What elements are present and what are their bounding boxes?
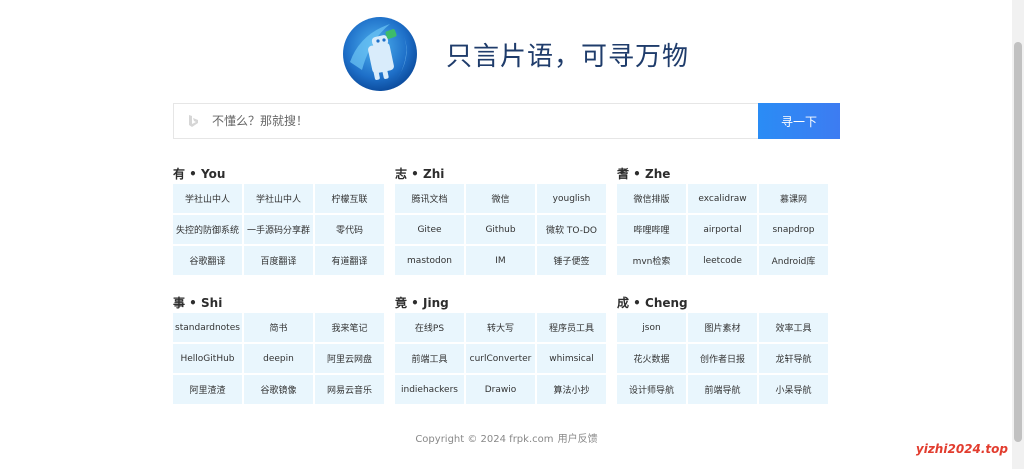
link-item[interactable]: 转大写 [466, 313, 535, 342]
section-title: 竟 • Jing [395, 296, 449, 310]
search-input[interactable] [208, 104, 758, 138]
link-item[interactable]: 微信 [466, 184, 535, 213]
link-grid: 在线PS 转大写 程序员工具 前端工具 curlConverter whimsi… [395, 313, 617, 404]
link-item[interactable]: 微软 TO-DO [537, 215, 606, 244]
section-title: 有 • You [173, 167, 226, 181]
link-grid: 微信排版 excalidraw 慕课网 哔哩哔哩 airportal snapd… [617, 184, 839, 275]
section-zhi: 志 • Zhi 腾讯文档 微信 youglish Gitee Github 微软… [395, 166, 617, 275]
slogan: 只言片语，可寻万物 [446, 41, 690, 72]
link-item[interactable]: mvn检索 [617, 246, 686, 275]
link-item[interactable]: Gitee [395, 215, 464, 244]
link-item[interactable]: 一手源码分享群 [244, 215, 313, 244]
link-item[interactable]: IM [466, 246, 535, 275]
link-item[interactable]: leetcode [688, 246, 757, 275]
link-item[interactable]: Android库 [759, 246, 828, 275]
section-title: 成 • Cheng [617, 296, 688, 310]
scrollbar[interactable] [1012, 0, 1024, 469]
link-item[interactable]: 柠檬互联 [315, 184, 384, 213]
section-title: 志 • Zhi [395, 167, 445, 181]
section-title: 耆 • Zhe [617, 167, 671, 181]
android-robot-logo-icon [343, 17, 417, 91]
link-item[interactable]: excalidraw [688, 184, 757, 213]
link-item[interactable]: 腾讯文档 [395, 184, 464, 213]
link-item[interactable]: 百度翻译 [244, 246, 313, 275]
bing-icon[interactable] [178, 103, 208, 139]
link-item[interactable]: indiehackers [395, 375, 464, 404]
link-item[interactable]: standardnotes [173, 313, 242, 342]
search-bar: 寻一下 [173, 103, 840, 139]
link-item[interactable]: airportal [688, 215, 757, 244]
link-item[interactable]: 程序员工具 [537, 313, 606, 342]
link-item[interactable]: 哔哩哔哩 [617, 215, 686, 244]
link-item[interactable]: whimsical [537, 344, 606, 373]
scrollbar-thumb[interactable] [1014, 42, 1022, 442]
link-item[interactable]: Drawio [466, 375, 535, 404]
link-item[interactable]: 我来笔记 [315, 313, 384, 342]
link-item[interactable]: Github [466, 215, 535, 244]
link-item[interactable]: 前端导航 [688, 375, 757, 404]
link-item[interactable]: 学社山中人 [173, 184, 242, 213]
link-item[interactable]: youglish [537, 184, 606, 213]
link-item[interactable]: HelloGitHub [173, 344, 242, 373]
link-item[interactable]: 微信排版 [617, 184, 686, 213]
search-button[interactable]: 寻一下 [758, 103, 840, 139]
link-item[interactable]: 阿里云网盘 [315, 344, 384, 373]
watermark: yizhi2024.top [915, 442, 1008, 456]
link-item[interactable]: json [617, 313, 686, 342]
link-item[interactable]: mastodon [395, 246, 464, 275]
copyright-text: Copyright © 2024 frpk.com [415, 434, 554, 445]
section-zhe: 耆 • Zhe 微信排版 excalidraw 慕课网 哔哩哔哩 airport… [617, 166, 839, 275]
feedback-link[interactable]: 用户反馈 [558, 434, 598, 445]
link-item[interactable]: 零代码 [315, 215, 384, 244]
link-item[interactable]: 锤子便签 [537, 246, 606, 275]
header: 只言片语，可寻万物 [340, 12, 689, 96]
link-item[interactable]: 有道翻译 [315, 246, 384, 275]
section-title: 事 • Shi [173, 296, 223, 310]
link-item[interactable]: 谷歌翻译 [173, 246, 242, 275]
link-item[interactable]: 学社山中人 [244, 184, 313, 213]
link-grid: standardnotes 简书 我来笔记 HelloGitHub deepin… [173, 313, 395, 404]
section-jing: 竟 • Jing 在线PS 转大写 程序员工具 前端工具 curlConvert… [395, 295, 617, 404]
link-item[interactable]: 慕课网 [759, 184, 828, 213]
footer: Copyright © 2024 frpk.com 用户反馈 [0, 430, 1012, 445]
link-grid: json 图片素材 效率工具 花火数据 创作者日报 龙轩导航 设计师导航 前端导… [617, 313, 839, 404]
link-item[interactable]: 图片素材 [688, 313, 757, 342]
link-item[interactable]: 设计师导航 [617, 375, 686, 404]
section-shi: 事 • Shi standardnotes 简书 我来笔记 HelloGitHu… [173, 295, 395, 404]
link-grid: 学社山中人 学社山中人 柠檬互联 失控的防御系统 一手源码分享群 零代码 谷歌翻… [173, 184, 395, 275]
link-item[interactable]: 花火数据 [617, 344, 686, 373]
link-item[interactable]: deepin [244, 344, 313, 373]
section-you: 有 • You 学社山中人 学社山中人 柠檬互联 失控的防御系统 一手源码分享群… [173, 166, 395, 275]
link-item[interactable]: 失控的防御系统 [173, 215, 242, 244]
link-item[interactable]: 创作者日报 [688, 344, 757, 373]
link-item[interactable]: 在线PS [395, 313, 464, 342]
link-item[interactable]: 效率工具 [759, 313, 828, 342]
link-item[interactable]: 算法小抄 [537, 375, 606, 404]
link-item[interactable]: curlConverter [466, 344, 535, 373]
link-item[interactable]: 网易云音乐 [315, 375, 384, 404]
link-item[interactable]: 龙轩导航 [759, 344, 828, 373]
link-grid: 腾讯文档 微信 youglish Gitee Github 微软 TO-DO m… [395, 184, 617, 275]
link-item[interactable]: 阿里渣渣 [173, 375, 242, 404]
link-item[interactable]: 前端工具 [395, 344, 464, 373]
link-item[interactable]: 谷歌镜像 [244, 375, 313, 404]
link-item[interactable]: 小呆导航 [759, 375, 828, 404]
link-item[interactable]: snapdrop [759, 215, 828, 244]
section-cheng: 成 • Cheng json 图片素材 效率工具 花火数据 创作者日报 龙轩导航… [617, 295, 839, 404]
link-item[interactable]: 简书 [244, 313, 313, 342]
page: 只言片语，可寻万物 寻一下 有 • You 学社山中人 学社山中人 柠檬互联 失… [0, 0, 1012, 469]
